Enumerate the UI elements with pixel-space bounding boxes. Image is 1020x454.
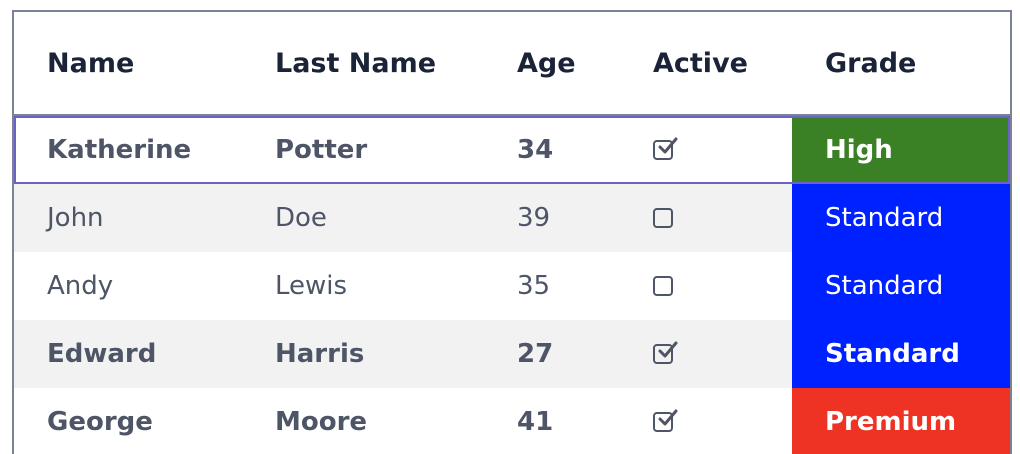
cell-last-name: Moore bbox=[275, 407, 368, 437]
data-table: Name Last Name Age Active Grade Katherin… bbox=[12, 10, 1012, 454]
cell-active bbox=[620, 184, 792, 252]
cell-active bbox=[620, 252, 792, 320]
table-row[interactable]: Andy Lewis 35 Standard bbox=[14, 252, 1010, 320]
checkbox-checked-icon[interactable] bbox=[653, 409, 678, 432]
cell-age: 39 bbox=[517, 203, 551, 233]
column-header-active[interactable]: Active bbox=[620, 12, 792, 116]
column-header-name[interactable]: Name bbox=[14, 12, 242, 116]
cell-name: Andy bbox=[47, 271, 114, 301]
cell-grade: Premium bbox=[792, 388, 1010, 454]
column-header-last-name[interactable]: Last Name bbox=[242, 12, 484, 116]
table-row[interactable]: John Doe 39 Standard bbox=[14, 184, 1010, 252]
cell-last-name: Potter bbox=[275, 135, 368, 165]
cell-grade: Standard bbox=[792, 320, 1010, 388]
column-header-grade[interactable]: Grade bbox=[792, 12, 1010, 116]
column-header-age[interactable]: Age bbox=[484, 12, 620, 116]
table-row[interactable]: Katherine Potter 34 High bbox=[14, 116, 1010, 184]
cell-name: Katherine bbox=[47, 135, 192, 165]
checkbox-unchecked-icon[interactable] bbox=[653, 208, 673, 228]
cell-name: Edward bbox=[47, 339, 157, 369]
table-row[interactable]: George Moore 41 Premium bbox=[14, 388, 1010, 454]
cell-grade: High bbox=[792, 116, 1010, 184]
table-header: Name Last Name Age Active Grade bbox=[14, 12, 1010, 116]
checkbox-checked-icon[interactable] bbox=[653, 137, 678, 160]
cell-age: 34 bbox=[517, 135, 554, 165]
checkbox-checked-icon[interactable] bbox=[653, 341, 678, 364]
cell-name: John bbox=[47, 203, 104, 233]
cell-grade: Standard bbox=[792, 184, 1010, 252]
cell-last-name: Harris bbox=[275, 339, 365, 369]
cell-last-name: Lewis bbox=[275, 271, 348, 301]
cell-last-name: Doe bbox=[275, 203, 327, 233]
cell-age: 35 bbox=[517, 271, 551, 301]
table-body: Katherine Potter 34 High John Doe 39 Standard An… bbox=[14, 116, 1010, 454]
cell-name: George bbox=[47, 407, 153, 437]
table-row[interactable]: Edward Harris 27 Standard bbox=[14, 320, 1010, 388]
cell-age: 27 bbox=[517, 339, 554, 369]
cell-grade: Standard bbox=[792, 252, 1010, 320]
cell-active bbox=[620, 320, 792, 388]
checkbox-unchecked-icon[interactable] bbox=[653, 276, 673, 296]
cell-active bbox=[620, 388, 792, 454]
cell-age: 41 bbox=[517, 407, 554, 437]
cell-active bbox=[620, 116, 792, 184]
